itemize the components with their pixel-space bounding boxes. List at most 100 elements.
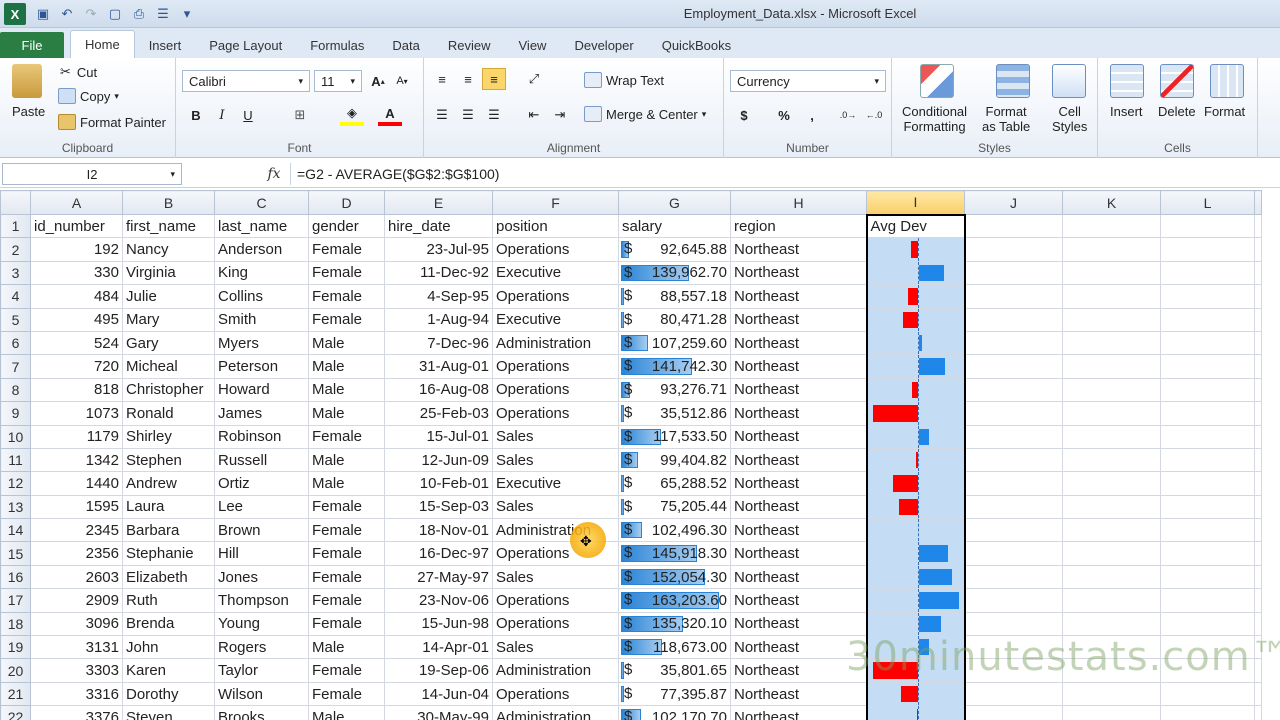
position-cell[interactable]: Executive [492,307,619,332]
gender-cell[interactable]: Female [308,424,385,449]
gender-cell[interactable]: Female [308,681,385,707]
wrap-text-button[interactable]: Wrap Text [584,72,664,88]
empty-cell[interactable] [1160,213,1255,239]
row-number[interactable]: 5 [0,307,31,332]
empty-cell[interactable] [964,681,1063,707]
last-name-cell[interactable]: Thompson [214,588,309,613]
italic-button[interactable]: I [210,104,234,126]
column-header-m[interactable] [1254,190,1262,215]
gender-cell[interactable]: Female [308,284,385,309]
gender-cell[interactable]: Female [308,307,385,332]
position-cell[interactable]: Executive [492,260,619,286]
last-name-cell[interactable]: Brooks [214,705,309,720]
empty-cell[interactable] [964,354,1063,379]
empty-cell[interactable] [1254,447,1262,473]
format-as-table-button[interactable]: Format as Table [982,104,1030,134]
avg-dev-cell[interactable] [865,260,966,286]
header-cell[interactable]: position [492,213,619,239]
last-name-cell[interactable]: Smith [214,307,309,332]
tab-view[interactable]: View [505,32,561,58]
position-cell[interactable]: Sales [492,564,619,590]
empty-cell[interactable] [1062,564,1161,590]
first-name-cell[interactable]: Karen [122,658,215,683]
empty-cell[interactable] [1254,401,1262,426]
increase-decimal-icon[interactable]: .0→ [836,104,860,126]
empty-cell[interactable] [1160,377,1255,403]
empty-cell[interactable] [1062,681,1161,707]
empty-cell[interactable] [1062,237,1161,262]
last-name-cell[interactable]: Robinson [214,424,309,449]
cut-button[interactable]: ✂ Cut [60,64,97,80]
align-middle-icon[interactable]: ≡ [456,68,480,90]
empty-cell[interactable] [1160,611,1255,637]
empty-cell[interactable] [1160,705,1255,720]
region-cell[interactable]: Northeast [730,354,867,379]
empty-cell[interactable] [1062,424,1161,449]
select-all-corner[interactable] [0,190,31,215]
column-header-f[interactable]: F [492,190,619,215]
row-number[interactable]: 22 [0,705,31,720]
row-number[interactable]: 8 [0,377,31,403]
insert-function-icon[interactable]: fx [262,163,286,185]
decrease-indent-icon[interactable]: ⇤ [522,104,546,126]
last-name-cell[interactable]: Howard [214,377,309,403]
header-cell[interactable]: gender [308,213,385,239]
empty-cell[interactable] [1160,284,1255,309]
gender-cell[interactable]: Male [308,635,385,660]
empty-cell[interactable] [964,471,1063,496]
hire-date-cell[interactable]: 27-May-97 [384,564,493,590]
tab-file[interactable]: File [0,32,64,58]
id-cell[interactable]: 3316 [30,681,123,707]
position-cell[interactable]: Administration [492,330,619,356]
row-number[interactable]: 18 [0,611,31,637]
region-cell[interactable]: Northeast [730,705,867,720]
salary-cell[interactable]: $102,496.30 [618,518,731,543]
last-name-cell[interactable]: Young [214,611,309,637]
gender-cell[interactable]: Male [308,354,385,379]
column-header-i[interactable]: I [866,190,965,215]
gender-cell[interactable]: Female [308,494,385,520]
salary-cell[interactable]: $141,742.30 [618,354,731,379]
empty-cell[interactable] [1160,471,1255,496]
gender-cell[interactable]: Male [308,471,385,496]
id-cell[interactable]: 330 [30,260,123,286]
id-cell[interactable]: 3131 [30,635,123,660]
tab-insert[interactable]: Insert [135,32,196,58]
hire-date-cell[interactable]: 18-Nov-01 [384,518,493,543]
format-cells-icon[interactable] [1210,64,1244,98]
cell-styles-icon[interactable] [1052,64,1086,98]
header-cell[interactable]: first_name [122,213,215,239]
position-cell[interactable]: Administration [492,658,619,683]
position-cell[interactable]: Sales [492,424,619,449]
first-name-cell[interactable]: Gary [122,330,215,356]
empty-cell[interactable] [964,518,1063,543]
row-number[interactable]: 21 [0,681,31,707]
position-cell[interactable]: Sales [492,635,619,660]
position-cell[interactable]: Operations [492,611,619,637]
number-format-select[interactable]: Currency ▾ [730,70,886,92]
tab-home[interactable]: Home [70,30,135,58]
gender-cell[interactable]: Female [308,541,385,566]
accounting-format-icon[interactable]: $ [732,104,756,126]
shrink-font-button[interactable]: A ▾ [390,70,414,92]
id-cell[interactable]: 3376 [30,705,123,720]
row-number[interactable]: 2 [0,237,31,262]
avg-dev-cell[interactable] [865,588,966,613]
column-header-d[interactable]: D [308,190,385,215]
salary-cell[interactable]: $92,645.88 [618,237,731,262]
last-name-cell[interactable]: Lee [214,494,309,520]
id-cell[interactable]: 3303 [30,658,123,683]
gender-cell[interactable]: Female [308,611,385,637]
id-cell[interactable]: 484 [30,284,123,309]
empty-cell[interactable] [1062,377,1161,403]
first-name-cell[interactable]: Nancy [122,237,215,262]
position-cell[interactable]: Sales [492,447,619,473]
percent-format-icon[interactable]: % [772,104,796,126]
conditional-formatting-button[interactable]: Conditional Formatting [902,104,967,134]
salary-cell[interactable]: $107,259.60 [618,330,731,356]
hire-date-cell[interactable]: 7-Dec-96 [384,330,493,356]
insert-cells-icon[interactable] [1110,64,1144,98]
delete-cells-button[interactable]: Delete [1158,104,1196,119]
row-number[interactable]: 19 [0,635,31,660]
first-name-cell[interactable]: Elizabeth [122,564,215,590]
